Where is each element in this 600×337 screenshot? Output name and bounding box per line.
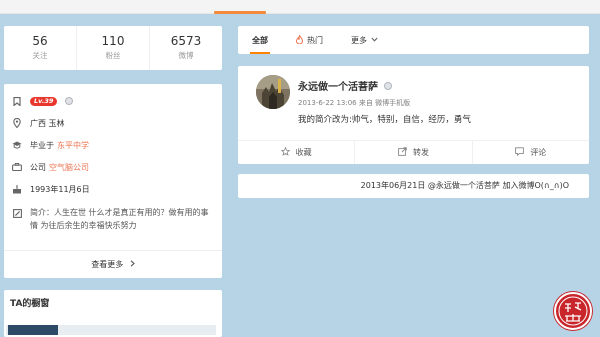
stat-followers-count: 110 <box>101 34 125 48</box>
tab-more[interactable]: 更多 <box>337 26 392 54</box>
post-user-row: 永远做一个活菩萨 <box>298 78 471 93</box>
comment-icon <box>515 147 525 158</box>
bio-row: 简介：人生在世 什么才是真正有用的？做有用的事情 为往后余生的幸福快乐努力 <box>4 200 222 240</box>
company-prefix: 公司 <box>30 162 46 172</box>
profile-card: Lv.39 广西 玉林 毕业于 东平中学 公司 空气脑公司 1993年11月6日… <box>4 84 222 278</box>
tab-all-label: 全部 <box>252 35 268 45</box>
avatar[interactable] <box>256 75 290 109</box>
stat-posts[interactable]: 6573 微博 <box>150 26 222 70</box>
showcase-title: TA的橱窗 <box>10 299 50 309</box>
comment-label: 评论 <box>530 148 547 157</box>
edit-icon <box>12 208 22 218</box>
location-text: 广西 玉林 <box>30 118 65 128</box>
stat-following-label: 关注 <box>32 51 48 60</box>
school-row: 毕业于 东平中学 <box>4 134 222 156</box>
repost-label: 转发 <box>412 148 429 157</box>
post-actions: 收藏 转发 评论 <box>238 140 589 164</box>
level-row: Lv.39 <box>4 90 222 112</box>
graduation-cap-icon <box>12 140 22 150</box>
see-more-label: 查看更多 <box>91 260 124 269</box>
stat-posts-count: 6573 <box>170 34 202 48</box>
company-row: 公司 空气脑公司 <box>4 156 222 178</box>
share-icon <box>398 147 407 158</box>
company-link[interactable]: 空气脑公司 <box>49 162 89 173</box>
repost-button[interactable]: 转发 <box>355 141 473 164</box>
showcase-items-strip[interactable] <box>6 325 216 335</box>
bio-text: 简介：人生在世 什么才是真正有用的？做有用的事情 为往后余生的幸福快乐努力 <box>30 208 209 230</box>
favorite-button[interactable]: 收藏 <box>238 141 356 164</box>
stat-following-count: 56 <box>32 34 48 48</box>
tab-more-label: 更多 <box>351 35 367 45</box>
seal-watermark <box>554 292 592 330</box>
showcase-card: TA的橱窗 <box>4 290 222 337</box>
medal-icon[interactable] <box>65 97 74 105</box>
see-more-button[interactable]: 查看更多 <box>4 250 222 278</box>
birthday-text: 1993年11月6日 <box>30 184 90 194</box>
showcase-thumbnail[interactable] <box>8 325 58 335</box>
tab-hot[interactable]: 热门 <box>282 26 337 54</box>
level-badge[interactable]: Lv.39 <box>30 96 58 106</box>
birthday-row: 1993年11月6日 <box>4 178 222 200</box>
post-header: 永远做一个活菩萨 2013-6-22 13:06 来自 微博手机版 我的简介改为… <box>298 78 471 125</box>
flame-icon <box>295 33 304 46</box>
post-username[interactable]: 永远做一个活菩萨 <box>298 78 378 93</box>
bookmark-icon <box>12 96 22 106</box>
school-prefix: 毕业于 <box>30 140 54 150</box>
favorite-label: 收藏 <box>295 148 312 157</box>
weibo-post: 永远做一个活菩萨 2013-6-22 13:06 来自 微博手机版 我的简介改为… <box>238 66 589 164</box>
stat-posts-label: 微博 <box>178 51 194 60</box>
post-text: 我的简介改为:帅气，特别，自信，经历，勇气 <box>298 115 471 125</box>
stat-followers-label: 粉丝 <box>105 51 121 60</box>
tab-all[interactable]: 全部 <box>238 26 282 54</box>
school-link[interactable]: 东平中学 <box>57 140 89 151</box>
location-pin-icon <box>12 118 22 128</box>
top-bar-active-indicator <box>214 11 266 14</box>
chevron-down-icon <box>371 36 378 44</box>
stat-followers[interactable]: 110 粉丝 <box>77 26 150 70</box>
join-date-text: 2013年06月21日 @永远做一个活菩萨 加入微博O(∩_∩)O <box>360 181 569 190</box>
join-date-notice: 2013年06月21日 @永远做一个活菩萨 加入微博O(∩_∩)O <box>238 174 589 198</box>
tab-hot-label: 热门 <box>307 35 323 45</box>
top-bar <box>0 0 600 14</box>
medal-icon[interactable] <box>384 81 392 90</box>
stats-card: 56 关注 110 粉丝 6573 微博 <box>4 26 222 70</box>
chevron-right-icon <box>130 260 135 269</box>
briefcase-icon <box>12 162 22 172</box>
feed-tabs: 全部 热门 更多 <box>238 26 589 54</box>
birthday-cake-icon <box>12 184 22 194</box>
location-row: 广西 玉林 <box>4 112 222 134</box>
post-meta[interactable]: 2013-6-22 13:06 来自 微博手机版 <box>298 98 471 108</box>
stat-following[interactable]: 56 关注 <box>4 26 77 70</box>
star-icon <box>280 146 291 158</box>
comment-button[interactable]: 评论 <box>473 141 589 164</box>
